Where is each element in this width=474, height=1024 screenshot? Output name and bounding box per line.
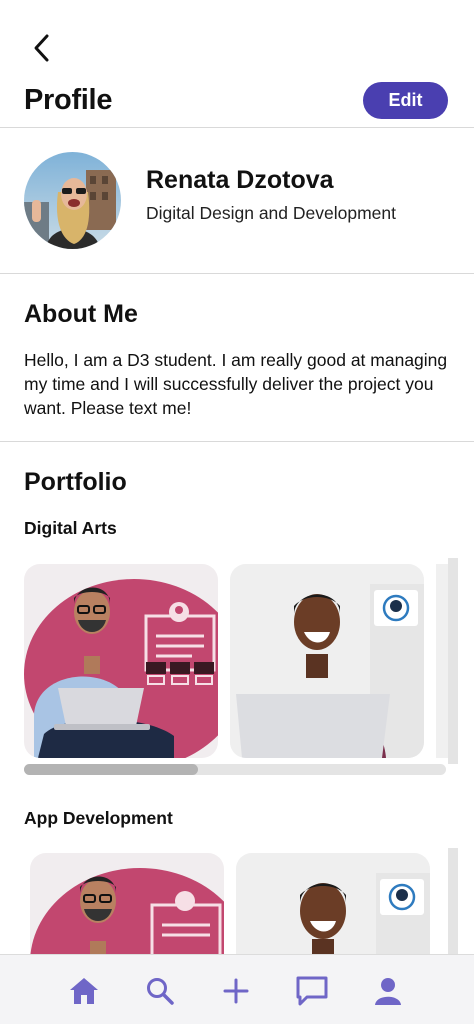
category-title-digital-arts: Digital Arts <box>24 518 117 538</box>
portfolio-heading: Portfolio <box>24 468 127 496</box>
chat-icon <box>296 976 328 1006</box>
nav-add[interactable] <box>216 971 256 1011</box>
nav-messages[interactable] <box>292 971 332 1011</box>
nav-search[interactable] <box>140 971 180 1011</box>
scrollbar-vertical[interactable] <box>448 848 458 954</box>
back-button[interactable] <box>24 30 58 66</box>
portfolio-card-partial[interactable] <box>436 564 448 758</box>
nav-profile[interactable] <box>368 971 408 1011</box>
search-icon <box>147 978 174 1005</box>
scrollbar-vertical[interactable] <box>448 558 458 764</box>
profile-section: Renata Dzotova Digital Design and Develo… <box>0 128 474 274</box>
scrollbar-horizontal-thumb[interactable] <box>24 764 198 775</box>
category-title-app-development: App Development <box>24 808 173 828</box>
plus-icon <box>223 978 249 1004</box>
about-text: Hello, I am a D3 student. I am really go… <box>24 350 448 418</box>
portfolio-card[interactable] <box>230 564 424 758</box>
avatar[interactable] <box>24 152 121 249</box>
user-icon <box>375 978 401 1005</box>
home-icon <box>70 978 98 1004</box>
about-section: About Me Hello, I am a D3 student. I am … <box>0 274 474 442</box>
page-title: Profile <box>24 84 113 116</box>
profile-name: Renata Dzotova <box>146 166 334 194</box>
chevron-left-icon <box>34 34 49 62</box>
nav-home[interactable] <box>64 971 104 1011</box>
edit-button[interactable]: Edit <box>363 82 448 119</box>
bottom-nav <box>0 954 474 1024</box>
portfolio-card[interactable] <box>236 853 430 954</box>
portfolio-card[interactable] <box>24 564 218 758</box>
header: Profile Edit <box>0 0 474 128</box>
about-heading: About Me <box>24 300 138 328</box>
profile-role: Digital Design and Development <box>146 203 396 223</box>
portfolio-card[interactable] <box>30 853 224 954</box>
